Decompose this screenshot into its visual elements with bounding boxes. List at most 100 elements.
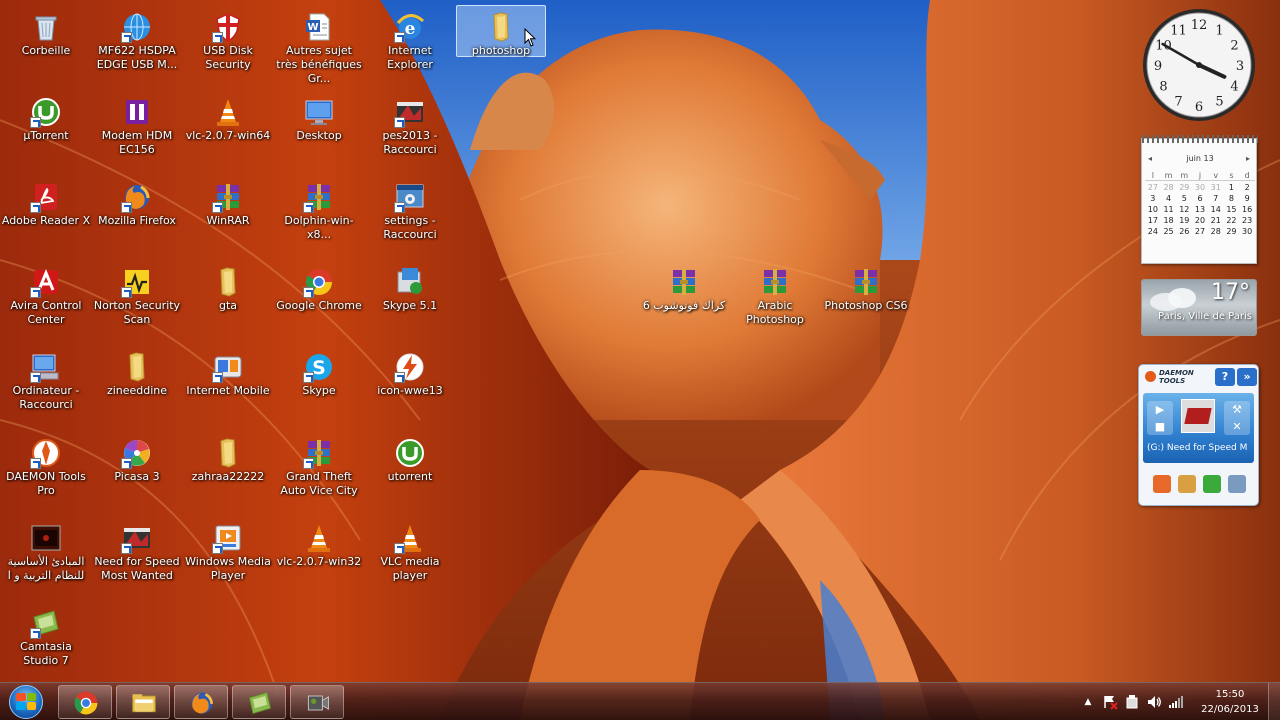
- calendar-day[interactable]: 27: [1192, 227, 1208, 236]
- desktop-icon-modem-hdm[interactable]: Modem HDM EC156: [92, 90, 182, 174]
- calendar-day[interactable]: 7: [1208, 194, 1224, 203]
- desktop-icon-daemon-tools-pro[interactable]: DAEMON Tools Pro: [1, 431, 91, 515]
- desktop-icon-winrar[interactable]: WinRAR: [183, 175, 273, 259]
- desktop-icon-mf622[interactable]: MF622 HSDPA EDGE USB M...: [92, 5, 182, 89]
- desktop-icon-adobe-reader[interactable]: Adobe Reader X: [1, 175, 91, 259]
- drive-manager-icon[interactable]: [1227, 475, 1246, 493]
- help-button[interactable]: ?: [1215, 368, 1235, 386]
- desktop-icon-avira[interactable]: Avira Control Center: [1, 260, 91, 344]
- weather-gadget[interactable]: 17° Paris, Ville de Paris: [1141, 279, 1257, 336]
- desktop-icon-usb-disk-security[interactable]: USB Disk Security: [183, 5, 273, 89]
- desktop-icon-desktop[interactable]: Desktop: [274, 90, 364, 174]
- desktop-icon-photoshop-folder[interactable]: photoshop: [456, 5, 546, 89]
- desktop-icon-vlc-win64[interactable]: vlc-2.0.7-win64: [183, 90, 273, 174]
- calendar-day[interactable]: 29: [1224, 227, 1240, 236]
- desktop-icon-icon-wwe13[interactable]: icon-wwe13: [365, 345, 455, 429]
- desktop-icon-zineeddine[interactable]: zineeddine: [92, 345, 182, 429]
- calendar-day[interactable]: 12: [1176, 205, 1192, 214]
- calendar-day[interactable]: 19: [1176, 216, 1192, 225]
- daemon-icon[interactable]: [1152, 475, 1171, 493]
- desktop-icon-pes2013[interactable]: pes2013 - Raccourci: [365, 90, 455, 174]
- taskbar-button-camtasia[interactable]: [232, 685, 286, 719]
- calendar-day[interactable]: 1: [1224, 183, 1240, 192]
- calendar-day[interactable]: 28: [1208, 227, 1224, 236]
- calendar-day[interactable]: 29: [1176, 183, 1192, 192]
- taskbar-button-explorer[interactable]: [116, 685, 170, 719]
- desktop-icon-mozilla-firefox[interactable]: Mozilla Firefox: [92, 175, 182, 259]
- desktop-icon-settings[interactable]: settings - Raccourci: [365, 175, 455, 259]
- desktop-icon-vlc-win32[interactable]: vlc-2.0.7-win32: [274, 516, 364, 600]
- taskbar-button-firefox[interactable]: [174, 685, 228, 719]
- calendar-day[interactable]: 4: [1161, 194, 1177, 203]
- calendar-next-arrow-icon[interactable]: ▸: [1246, 154, 1250, 163]
- desktop-icon-arabic-photoshop-rar2[interactable]: Arabic Photoshop: [730, 260, 820, 344]
- desktop-icon-google-chrome[interactable]: Google Chrome: [274, 260, 364, 344]
- daemon-tools-gadget[interactable]: DAEMON TOOLS ? » ▶ ■ ⚒ ✕ (G:) Need for Spe…: [1138, 364, 1259, 506]
- calendar-day[interactable]: 18: [1161, 216, 1177, 225]
- calendar-day[interactable]: 30: [1239, 227, 1255, 236]
- calendar-day[interactable]: 9: [1239, 194, 1255, 203]
- calendar-day[interactable]: 17: [1145, 216, 1161, 225]
- desktop-icon-gta[interactable]: gta: [183, 260, 273, 344]
- desktop-icon-zahraa[interactable]: zahraa22222: [183, 431, 273, 515]
- desktop-icon-autres-sujet[interactable]: W Autres sujet très bénéfiques Gr...: [274, 5, 364, 89]
- usb-device-icon[interactable]: [1124, 694, 1140, 710]
- calendar-day[interactable]: 23: [1239, 216, 1255, 225]
- desktop-icon-vlc-media-player[interactable]: VLC media player: [365, 516, 455, 600]
- taskbar-button-recorder[interactable]: [290, 685, 344, 719]
- desktop-icon-windows-media-player[interactable]: Windows Media Player: [183, 516, 273, 600]
- calendar-day[interactable]: 11: [1161, 205, 1177, 214]
- add-image-icon[interactable]: [1177, 475, 1196, 493]
- calendar-day[interactable]: 3: [1145, 194, 1161, 203]
- volume-speaker-icon[interactable]: [1146, 694, 1162, 710]
- calendar-day[interactable]: 2: [1239, 183, 1255, 192]
- desktop-icon-ordinateur[interactable]: Ordinateur - Raccourci: [1, 345, 91, 429]
- calendar-day[interactable]: 14: [1208, 205, 1224, 214]
- calendar-day[interactable]: 10: [1145, 205, 1161, 214]
- add-drive-plus-icon[interactable]: [1202, 475, 1221, 493]
- desktop-icon-corbeille[interactable]: Corbeille: [1, 5, 91, 89]
- calendar-day[interactable]: 15: [1224, 205, 1240, 214]
- desktop-icon-norton[interactable]: Norton Security Scan: [92, 260, 182, 344]
- taskbar-button-chrome[interactable]: [58, 685, 112, 719]
- desktop-icon-gta-vice-city[interactable]: Grand Theft Auto Vice City: [274, 431, 364, 515]
- calendar-day[interactable]: 20: [1192, 216, 1208, 225]
- calendar-day[interactable]: 24: [1145, 227, 1161, 236]
- calendar-day[interactable]: 27: [1145, 183, 1161, 192]
- calendar-day[interactable]: 25: [1161, 227, 1177, 236]
- calendar-day[interactable]: 8: [1224, 194, 1240, 203]
- desktop-icon-internet-mobile[interactable]: Internet Mobile: [183, 345, 273, 429]
- calendar-day[interactable]: 6: [1192, 194, 1208, 203]
- mount-play-icon[interactable]: ▶ ■: [1147, 401, 1173, 435]
- calendar-day[interactable]: 21: [1208, 216, 1224, 225]
- desktop-icon-camtasia[interactable]: Camtasia Studio 7: [1, 601, 91, 685]
- tray-clock[interactable]: 15:50 22/06/2013: [1200, 687, 1260, 717]
- desktop-icon-skype[interactable]: S Skype: [274, 345, 364, 429]
- desktop-icon-arabic-photoshop-rar1[interactable]: كراك فوتوشوب 6: [639, 260, 729, 344]
- calendar-day[interactable]: 13: [1192, 205, 1208, 214]
- desktop-icon-nfs-most-wanted[interactable]: Need for Speed Most Wanted: [92, 516, 182, 600]
- desktop-icon-photoshop-cs6[interactable]: Photoshop CS6: [821, 260, 911, 344]
- desktop-icon-utorrent[interactable]: µTorrent: [1, 90, 91, 174]
- show-hidden-icons-button[interactable]: ▲: [1080, 694, 1096, 710]
- calendar-day[interactable]: 30: [1192, 183, 1208, 192]
- rss-button[interactable]: »: [1237, 368, 1257, 386]
- desktop-icon-dolphin[interactable]: Dolphin-win-x8...: [274, 175, 364, 259]
- calendar-day[interactable]: 16: [1239, 205, 1255, 214]
- calendar-gadget[interactable]: ◂ juin 13 ▸ l m m j v s d 27 28 29 30 31 1 2 3 4 5 6 7 8 9 10…: [1141, 135, 1258, 264]
- calendar-day[interactable]: 22: [1224, 216, 1240, 225]
- start-button[interactable]: [4, 684, 50, 720]
- desktop-icon-internet-explorer[interactable]: e Internet Explorer: [365, 5, 455, 89]
- clock-gadget[interactable]: 1 2 3 4 5 6 7 8 9 10 11 12: [1140, 6, 1258, 124]
- calendar-day[interactable]: 5: [1176, 194, 1192, 203]
- desktop-icon-picasa[interactable]: Picasa 3: [92, 431, 182, 515]
- desktop-icon-arabic-doc[interactable]: المبادئ الأساسية للنظام التربية و ا: [1, 516, 91, 600]
- calendar-day[interactable]: 31: [1208, 183, 1224, 192]
- desktop-icon-skype-51[interactable]: Skype 5.1: [365, 260, 455, 344]
- desktop-icon-utorrent2[interactable]: utorrent: [365, 431, 455, 515]
- show-desktop-button[interactable]: [1268, 683, 1280, 720]
- wrench-icon[interactable]: ⚒ ✕: [1224, 401, 1250, 435]
- action-center-flag-icon[interactable]: [1102, 694, 1118, 710]
- calendar-day[interactable]: 28: [1161, 183, 1177, 192]
- calendar-day[interactable]: 26: [1176, 227, 1192, 236]
